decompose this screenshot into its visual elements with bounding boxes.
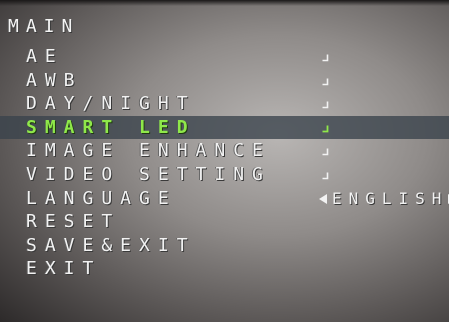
menu-item-label: RESET bbox=[26, 211, 121, 233]
enter-icon bbox=[322, 54, 329, 62]
menu-item-label: IMAGE ENHANCE bbox=[26, 140, 271, 162]
menu-item-label: AWB bbox=[26, 69, 83, 91]
screen-top-edge bbox=[0, 0, 449, 6]
enter-icon bbox=[322, 101, 329, 109]
menu-item-day-night[interactable]: DAY/NIGHT bbox=[0, 92, 449, 116]
menu-item-label: EXIT bbox=[26, 258, 102, 280]
menu-item-awb[interactable]: AWB bbox=[0, 69, 449, 93]
language-selector[interactable]: ENGLISH bbox=[319, 190, 449, 208]
enter-icon bbox=[322, 125, 329, 133]
language-value: ENGLISH bbox=[332, 189, 449, 209]
osd-screen: MAIN AE AWB DAY/NIGHT SMART LED IMAGE EN… bbox=[0, 0, 449, 322]
menu-item-image-enhance[interactable]: IMAGE ENHANCE bbox=[0, 139, 449, 163]
menu-item-smart-led[interactable]: SMART LED bbox=[0, 115, 449, 140]
enter-icon bbox=[322, 172, 329, 180]
menu-item-language[interactable]: LANGUAGE ENGLISH bbox=[0, 187, 449, 211]
menu-item-label: LANGUAGE bbox=[26, 187, 177, 209]
menu-item-save-exit[interactable]: SAVE&EXIT bbox=[0, 234, 449, 258]
menu-item-label: AE bbox=[26, 46, 64, 67]
menu-item-exit[interactable]: EXIT bbox=[0, 257, 449, 281]
menu-title: MAIN bbox=[8, 16, 80, 37]
menu-item-label: DAY/NIGHT bbox=[26, 93, 196, 115]
menu-item-label: VIDEO SETTING bbox=[26, 163, 271, 185]
arrow-left-icon[interactable] bbox=[319, 194, 327, 205]
menu-item-label: SMART LED bbox=[26, 116, 196, 138]
enter-icon bbox=[322, 78, 329, 86]
enter-icon bbox=[322, 148, 329, 156]
main-menu-list: AE AWB DAY/NIGHT SMART LED IMAGE ENHANCE bbox=[0, 45, 449, 281]
menu-item-ae[interactable]: AE bbox=[0, 45, 449, 69]
menu-item-video-setting[interactable]: VIDEO SETTING bbox=[0, 163, 449, 187]
menu-item-reset[interactable]: RESET bbox=[0, 210, 449, 234]
menu-item-label: SAVE&EXIT bbox=[26, 234, 196, 256]
